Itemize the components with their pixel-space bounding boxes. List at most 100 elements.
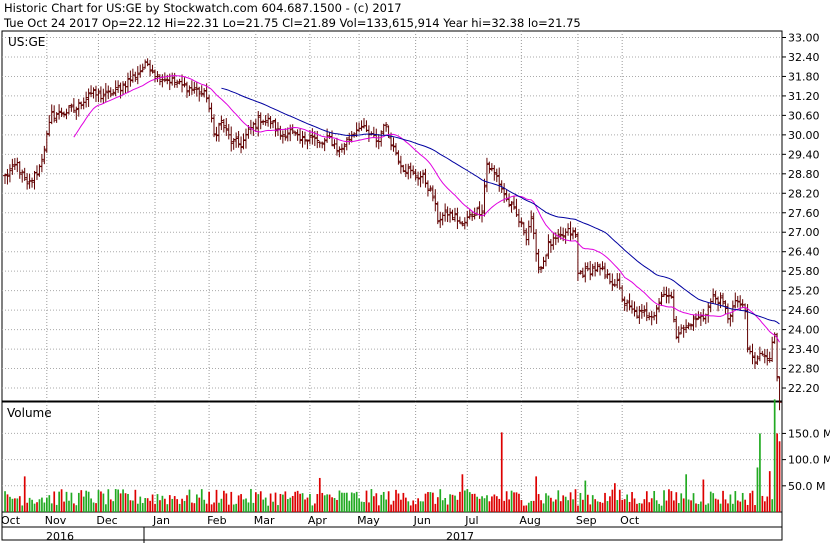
price-tick-label: 33.00 xyxy=(788,31,820,44)
volume-bar xyxy=(311,505,314,512)
month-tick-label: Apr xyxy=(308,514,328,527)
volume-bar xyxy=(112,501,115,512)
volume-bar xyxy=(146,498,149,512)
volume-bar xyxy=(387,491,390,512)
volume-bar xyxy=(345,492,348,512)
volume-bar xyxy=(670,491,673,512)
volume-bar xyxy=(498,498,501,512)
year-label: 2016 xyxy=(46,530,74,543)
volume-bar xyxy=(122,489,124,512)
volume-bar xyxy=(626,494,628,512)
volume-bar xyxy=(771,499,774,512)
volume-bar xyxy=(739,501,742,512)
month-tick-label: Dec xyxy=(96,514,117,527)
volume-bar xyxy=(240,494,242,512)
price-tick-label: 29.40 xyxy=(788,148,820,161)
volume-bar xyxy=(481,496,483,512)
volume-bar xyxy=(208,491,210,512)
volume-bar xyxy=(417,498,419,512)
volume-bar xyxy=(97,490,100,512)
volume-bar xyxy=(429,492,432,512)
volume-bar xyxy=(31,499,33,512)
volume-bar xyxy=(400,499,402,512)
volume-bar xyxy=(412,500,415,512)
price-tick-label: 24.60 xyxy=(788,304,820,317)
volume-bar xyxy=(139,496,142,512)
volume-bar xyxy=(245,498,247,512)
volume-bar xyxy=(404,497,407,512)
month-tick-label: Jan xyxy=(152,514,170,527)
volume-bar xyxy=(704,504,707,512)
volume-bar xyxy=(213,502,215,512)
symbol-label: US:GE xyxy=(8,35,45,49)
volume-bar xyxy=(43,502,46,512)
year-label: 2017 xyxy=(446,530,474,543)
volume-bar xyxy=(488,501,491,512)
volume-bar xyxy=(269,493,272,512)
volume-bar xyxy=(284,491,287,512)
stock-chart: Oct Nov Dec Jan Feb Mar Apr May Jun Jul Aug Sep Oct 2… xyxy=(1,30,830,543)
volume-bar xyxy=(776,433,778,512)
volume-bar xyxy=(203,499,206,512)
volume-bar xyxy=(660,505,663,512)
volume-bar xyxy=(296,490,299,512)
month-tick-label: Aug xyxy=(519,514,540,527)
volume-bar xyxy=(338,490,341,512)
volume-bar xyxy=(38,499,41,512)
volume-bar xyxy=(727,503,729,512)
volume-bar xyxy=(422,501,424,512)
volume-bar xyxy=(215,489,218,512)
volume-bar xyxy=(466,489,469,512)
volume-bar xyxy=(761,495,764,512)
volume-bar xyxy=(156,494,159,512)
volume-bar xyxy=(574,489,577,512)
volume-bar xyxy=(687,499,690,512)
volume-bar xyxy=(491,496,493,512)
volume-bar xyxy=(306,497,309,512)
volume-bar xyxy=(675,492,678,512)
volume-bar xyxy=(700,501,702,512)
volume-bar xyxy=(55,504,58,512)
month-tick-label: Oct xyxy=(1,514,21,527)
volume-bar xyxy=(542,503,545,512)
volume-bar xyxy=(523,505,525,512)
volume-bar xyxy=(554,499,557,512)
volume-bar xyxy=(697,503,700,512)
volume-bar xyxy=(114,489,117,512)
volume-bar xyxy=(690,500,692,512)
volume-bar xyxy=(685,474,688,512)
volume-bar xyxy=(183,500,186,512)
volume-bar xyxy=(161,495,164,512)
volume-bar xyxy=(734,491,737,512)
volume-bar xyxy=(26,502,29,512)
volume-bar xyxy=(682,498,685,512)
volume-bar xyxy=(503,500,506,512)
volume-bar xyxy=(432,492,434,512)
volume-bar xyxy=(478,498,481,512)
volume-bar xyxy=(427,492,429,512)
volume-bar xyxy=(397,493,400,512)
volume-bar xyxy=(267,505,269,512)
volume-bar xyxy=(650,498,653,512)
month-tick-label: May xyxy=(357,514,380,527)
volume-bar xyxy=(719,503,722,512)
volume-bar xyxy=(486,495,488,512)
volume-bar xyxy=(264,497,267,512)
volume-bar xyxy=(419,501,422,512)
volume-bar xyxy=(766,496,769,512)
volume-bar xyxy=(550,497,552,512)
volume-bar xyxy=(14,498,16,512)
volume-bar xyxy=(768,471,771,512)
volume-bar xyxy=(434,503,437,512)
month-tick-label: Nov xyxy=(45,514,67,527)
volume-bar xyxy=(316,494,319,512)
volume-bar xyxy=(476,496,479,512)
volume-bar xyxy=(41,497,43,512)
volume-bar xyxy=(599,501,601,512)
volume-bar xyxy=(247,502,250,512)
volume-bar xyxy=(232,504,235,512)
volume-bar xyxy=(75,505,78,512)
volume-bar xyxy=(641,503,643,512)
volume-bar xyxy=(289,497,292,512)
volume-bar xyxy=(390,504,392,512)
